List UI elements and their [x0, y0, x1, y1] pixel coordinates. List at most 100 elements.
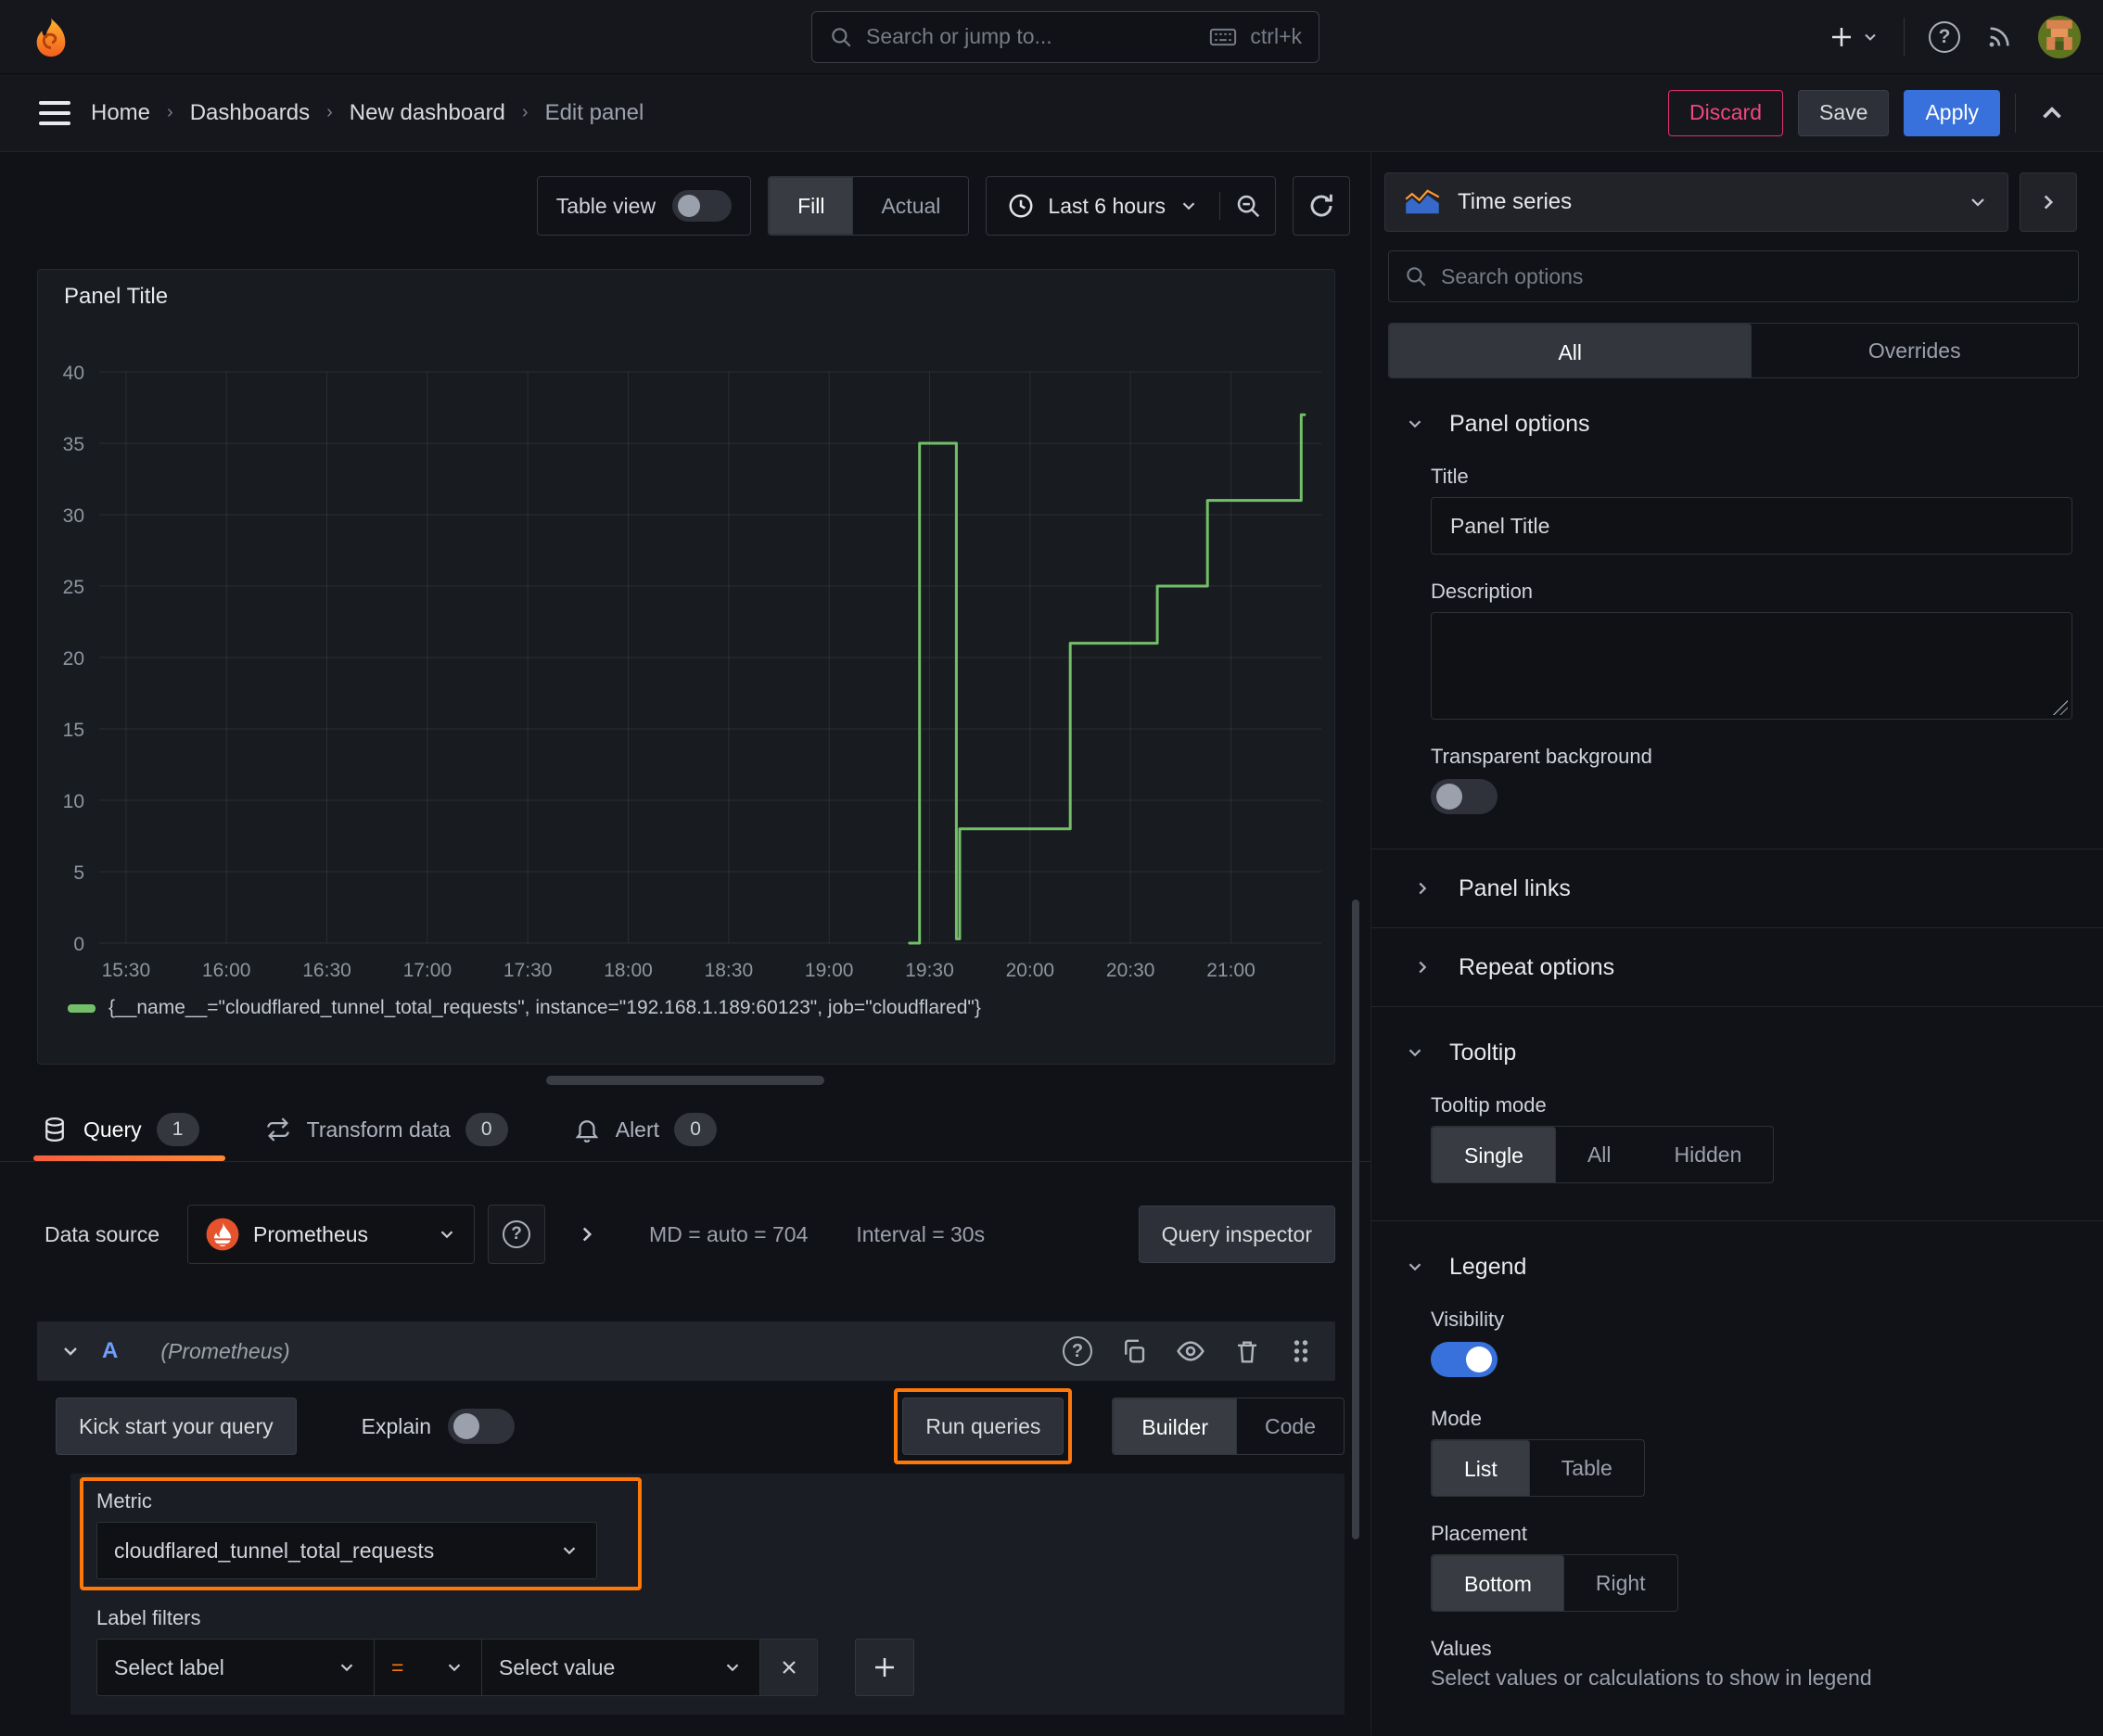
visualization-picker[interactable]: Time series: [1384, 172, 2008, 232]
tooltip-mode-label: Tooltip mode: [1431, 1093, 1547, 1117]
title-input[interactable]: [1431, 497, 2072, 555]
avatar[interactable]: [2038, 15, 2081, 58]
scrollbar[interactable]: [1352, 900, 1359, 1539]
save-button[interactable]: Save: [1798, 89, 1890, 136]
options-search-input[interactable]: Search options: [1388, 250, 2079, 302]
tooltip-mode-hidden[interactable]: Hidden: [1643, 1127, 1774, 1182]
datasource-help-button[interactable]: ?: [488, 1205, 546, 1264]
svg-text:21:00: 21:00: [1206, 960, 1255, 981]
select-label-dropdown[interactable]: Select label: [96, 1639, 375, 1696]
chevron-right-icon[interactable]: [575, 1222, 599, 1246]
legend-mode-list[interactable]: List: [1432, 1440, 1530, 1496]
code-option[interactable]: Code: [1237, 1398, 1344, 1454]
legend-header[interactable]: Legend: [1371, 1251, 2103, 1283]
breadcrumb-home[interactable]: Home: [91, 100, 150, 126]
bell-icon: [575, 1120, 599, 1142]
drag-handle-icon[interactable]: [1289, 1337, 1313, 1365]
panel-links-section[interactable]: Panel links: [1371, 849, 2103, 927]
apply-button[interactable]: Apply: [1904, 89, 2000, 136]
keyboard-icon: [1210, 28, 1237, 45]
query-inspector-button[interactable]: Query inspector: [1138, 1206, 1335, 1263]
explain-control: Explain: [362, 1409, 516, 1444]
explain-toggle[interactable]: [448, 1409, 516, 1444]
title-label: Title: [1431, 465, 1469, 488]
max-data-points: MD = auto = 704: [649, 1221, 809, 1246]
metric-select[interactable]: cloudflared_tunnel_total_requests: [96, 1522, 597, 1579]
tooltip-mode-single[interactable]: Single: [1432, 1127, 1556, 1182]
query-help-icon[interactable]: ?: [1063, 1336, 1092, 1366]
global-search-input[interactable]: Search or jump to... ctrl+k: [811, 10, 1319, 63]
resize-handle-icon[interactable]: [2051, 698, 2068, 715]
builder-option[interactable]: Builder: [1113, 1398, 1238, 1454]
datasource-picker[interactable]: Prometheus: [187, 1205, 476, 1264]
tooltip-mode-all[interactable]: All: [1556, 1127, 1643, 1182]
options-sidebar: Time series Search options All Overrides…: [1370, 152, 2103, 1735]
operator-dropdown[interactable]: =: [375, 1639, 482, 1696]
remove-filter-button[interactable]: [760, 1639, 818, 1696]
run-queries-button[interactable]: Run queries: [902, 1398, 1064, 1455]
news-icon[interactable]: [1984, 22, 2014, 52]
query-row-actions: ?: [1063, 1336, 1313, 1366]
visibility-toggle[interactable]: [1431, 1342, 1498, 1377]
svg-text:5: 5: [73, 862, 84, 884]
discard-button[interactable]: Discard: [1668, 89, 1784, 136]
refresh-button[interactable]: [1293, 176, 1350, 236]
svg-text:19:00: 19:00: [805, 960, 854, 981]
repeat-options-section[interactable]: Repeat options: [1371, 928, 2103, 1006]
add-button[interactable]: [1828, 23, 1880, 51]
query-ref-id: A: [102, 1338, 119, 1363]
panel-title[interactable]: Panel Title: [38, 270, 1334, 324]
tab-transform-data[interactable]: Transform data 0: [257, 1113, 534, 1159]
top-nav-actions: ?: [1828, 15, 2081, 58]
panel-preview: Panel Title 0 5 10 15 20 25 30 35 40 15:30 16:00 16…: [37, 269, 1335, 1065]
help-icon[interactable]: ?: [1929, 20, 1960, 53]
transparent-background-label: Transparent background: [1431, 745, 1652, 768]
tab-all[interactable]: All: [1389, 324, 1752, 377]
trash-icon[interactable]: [1233, 1337, 1261, 1365]
actual-option[interactable]: Actual: [853, 177, 968, 235]
time-range-button[interactable]: Last 6 hours: [987, 192, 1219, 220]
visibility-label: Visibility: [1431, 1308, 1505, 1331]
breadcrumb-dashboards[interactable]: Dashboards: [190, 100, 310, 126]
legend-swatch[interactable]: [68, 1003, 96, 1013]
tooltip-header[interactable]: Tooltip: [1371, 1037, 2103, 1068]
svg-text:15: 15: [63, 720, 84, 741]
chevron-right-icon: [2044, 195, 2054, 210]
select-value-dropdown[interactable]: Select value: [482, 1639, 760, 1696]
tab-query[interactable]: Query 1: [33, 1113, 225, 1161]
eye-icon[interactable]: [1176, 1336, 1205, 1366]
breadcrumb-new-dashboard[interactable]: New dashboard: [350, 100, 505, 126]
tab-alert[interactable]: Alert 0: [566, 1113, 743, 1159]
add-filter-button[interactable]: [855, 1639, 914, 1696]
copy-icon[interactable]: [1120, 1337, 1148, 1365]
collapse-options-button[interactable]: [2020, 172, 2077, 232]
chevron-down-icon[interactable]: [59, 1340, 82, 1362]
fill-option[interactable]: Fill: [769, 177, 854, 235]
label-filters-label: Label filters: [96, 1606, 201, 1629]
transparent-background-toggle[interactable]: [1431, 779, 1498, 814]
metric-label: Metric: [96, 1489, 152, 1513]
placement-label: Placement: [1431, 1522, 1527, 1545]
pane-resize-handle[interactable]: [546, 1076, 824, 1085]
legend-series-name[interactable]: {__name__="cloudflared_tunnel_total_requ…: [108, 997, 981, 1019]
placement-bottom[interactable]: Bottom: [1432, 1555, 1564, 1611]
collapse-header-icon[interactable]: [2036, 97, 2068, 129]
panel-options-header[interactable]: Panel options: [1371, 408, 2103, 440]
svg-text:10: 10: [63, 791, 84, 812]
zoom-out-icon[interactable]: [1219, 192, 1275, 220]
placement-right[interactable]: Right: [1564, 1555, 1677, 1611]
metric-block: Metric cloudflared_tunnel_total_requests: [80, 1477, 642, 1590]
table-view-toggle[interactable]: [672, 190, 733, 222]
tab-overrides[interactable]: Overrides: [1752, 324, 2079, 377]
query-row-header[interactable]: A (Prometheus) ?: [37, 1321, 1335, 1381]
menu-icon[interactable]: [39, 100, 70, 125]
timeseries-chart[interactable]: 0 5 10 15 20 25 30 35 40 15:30 16:00 16:30 17:00 17:3…: [44, 324, 1327, 995]
chevron-down-icon: [1971, 198, 1984, 207]
grafana-logo-icon[interactable]: [30, 16, 72, 58]
chevron-right-icon: [1419, 882, 1427, 895]
plus-icon: [1832, 27, 1851, 46]
legend-mode-table[interactable]: Table: [1530, 1440, 1644, 1496]
description-textarea[interactable]: [1431, 612, 2072, 720]
options-scope-tabs: All Overrides: [1388, 323, 2079, 378]
kick-start-button[interactable]: Kick start your query: [56, 1398, 297, 1455]
